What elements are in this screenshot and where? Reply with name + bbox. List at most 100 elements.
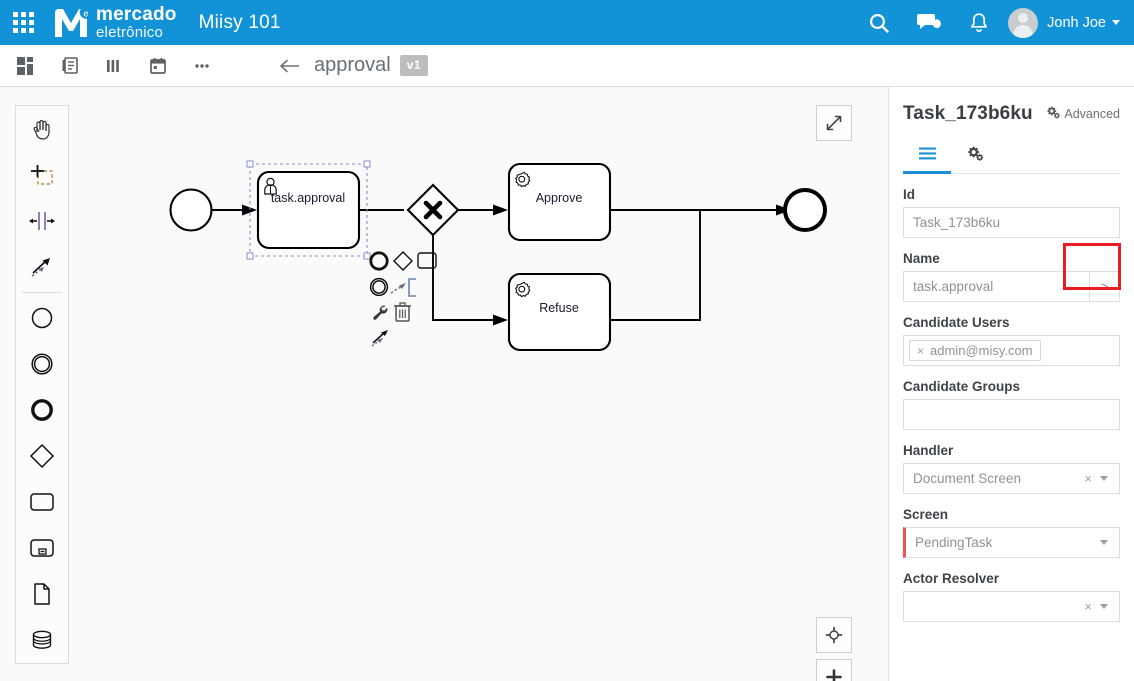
crosshair-icon[interactable] xyxy=(816,617,852,653)
brand-logo[interactable]: e mercado eletrônico xyxy=(52,5,177,40)
advanced-label: Advanced xyxy=(1064,107,1120,121)
id-input[interactable]: Task_173b6ku xyxy=(903,207,1120,238)
append-intermediate-event-icon[interactable] xyxy=(369,277,389,297)
chat-bubble-icon[interactable] xyxy=(904,0,954,45)
calendar-icon[interactable] xyxy=(136,45,180,86)
intermediate-event-icon[interactable] xyxy=(16,341,68,387)
connect-icon[interactable] xyxy=(371,330,388,347)
avatar xyxy=(1008,7,1039,38)
field-name: Name task.approval > xyxy=(903,243,1121,302)
brand-line-1: mercado xyxy=(96,4,177,25)
more-icon[interactable] xyxy=(180,45,224,86)
apps-grid-icon[interactable] xyxy=(0,0,46,45)
mercado-m-icon: e xyxy=(52,5,94,40)
node-label-approve: Approve xyxy=(536,191,583,205)
chip-remove-icon[interactable]: × xyxy=(917,344,924,358)
append-subprocess-icon[interactable] xyxy=(408,278,416,297)
chevron-down-icon[interactable] xyxy=(1100,604,1108,609)
start-event-icon[interactable] xyxy=(16,295,68,341)
brand-line-2: eletrônico xyxy=(96,24,164,41)
node-refuse[interactable]: Refuse xyxy=(507,272,612,352)
hand-tool-icon[interactable] xyxy=(16,106,68,152)
bpmn-palette xyxy=(15,105,69,664)
palette-divider xyxy=(22,292,62,293)
lasso-tool-icon[interactable] xyxy=(16,152,68,198)
search-icon[interactable] xyxy=(854,0,904,45)
screen-select-value: PendingTask xyxy=(915,535,993,550)
bpmn-canvas[interactable]: task.approval Approve Refuse xyxy=(0,87,888,681)
node-label-refuse: Refuse xyxy=(539,301,579,315)
handler-select-value: Document Screen xyxy=(913,471,1022,486)
wrench-change-type-icon[interactable] xyxy=(373,305,388,320)
task-icon[interactable] xyxy=(16,479,68,525)
user-name: Jonh Joe xyxy=(1047,14,1106,31)
append-end-event-icon[interactable] xyxy=(369,251,389,271)
columns-icon[interactable] xyxy=(92,45,136,86)
apps-grid-glyph xyxy=(12,12,34,33)
handler-clear-icon[interactable]: × xyxy=(1084,471,1092,486)
candidate-groups-input[interactable] xyxy=(903,399,1120,430)
append-text-annotation-icon[interactable] xyxy=(390,283,406,294)
arrow-left-icon[interactable] xyxy=(276,51,304,81)
chevron-down-icon[interactable] xyxy=(1100,540,1108,545)
version-badge: v1 xyxy=(399,55,429,76)
field-label-name: Name xyxy=(903,251,940,266)
secondary-toolbar: approval v1 xyxy=(0,45,1134,87)
properties-panel: Task_173b6ku Advanced Id Task_173b6ku Na… xyxy=(888,87,1134,681)
flow-refuse-to-join xyxy=(610,210,701,321)
data-object-icon[interactable] xyxy=(16,571,68,617)
svg-text:e: e xyxy=(83,8,88,18)
advanced-link[interactable]: Advanced xyxy=(1046,106,1120,125)
tab-general[interactable] xyxy=(903,139,951,174)
end-event-icon[interactable] xyxy=(16,387,68,433)
id-input-value: Task_173b6ku xyxy=(913,215,1001,230)
candidate-users-input[interactable]: × admin@misy.com xyxy=(903,335,1120,366)
properties-tabs xyxy=(903,139,1120,174)
gateway-icon[interactable] xyxy=(16,433,68,479)
node-start-event[interactable] xyxy=(169,188,213,232)
field-handler: Handler Document Screen × xyxy=(903,443,1120,494)
field-label-handler: Handler xyxy=(903,443,954,458)
node-label-task-approval: task.approval xyxy=(271,191,345,205)
name-input[interactable]: task.approval > xyxy=(903,271,1120,302)
handler-select[interactable]: Document Screen × xyxy=(903,463,1120,494)
field-label-candidate-groups: Candidate Groups xyxy=(903,379,1021,394)
field-candidate-users: Candidate Users × admin@misy.com xyxy=(903,315,1120,366)
plus-icon[interactable] xyxy=(816,659,852,681)
field-id: Id Task_173b6ku xyxy=(903,187,1120,238)
expand-diagonal-icon[interactable] xyxy=(816,105,852,141)
data-store-icon[interactable] xyxy=(16,617,68,663)
field-label-screen: Screen xyxy=(903,507,949,522)
gears-icon xyxy=(967,146,984,166)
screen-select[interactable]: PendingTask xyxy=(903,527,1120,558)
append-gateway-icon[interactable] xyxy=(393,251,413,271)
list-icon[interactable] xyxy=(48,45,92,86)
candidate-user-chip[interactable]: × admin@misy.com xyxy=(909,340,1041,361)
trash-delete-icon[interactable] xyxy=(394,302,411,322)
user-menu[interactable]: Jonh Joe xyxy=(1008,7,1120,38)
chevron-down-icon xyxy=(1112,20,1120,25)
page-title: Miisy 101 xyxy=(198,11,281,33)
bpmn-diagram[interactable]: task.approval Approve Refuse xyxy=(0,87,888,681)
actor-resolver-select[interactable]: × xyxy=(903,591,1120,622)
field-actor-resolver: Actor Resolver × xyxy=(903,571,1120,622)
actor-resolver-clear-icon[interactable]: × xyxy=(1084,599,1092,614)
subprocess-icon[interactable] xyxy=(16,525,68,571)
tab-config[interactable] xyxy=(951,139,999,173)
field-label-id: Id xyxy=(903,187,915,202)
chevron-down-icon[interactable] xyxy=(1100,476,1108,481)
name-expand-button[interactable]: > xyxy=(1089,272,1119,301)
global-connect-tool-icon[interactable] xyxy=(16,244,68,290)
dashboard-icon[interactable] xyxy=(4,45,48,86)
flow-name: approval xyxy=(314,54,391,76)
context-pad[interactable] xyxy=(369,251,437,347)
space-tool-icon[interactable] xyxy=(16,198,68,244)
name-input-value: task.approval xyxy=(913,279,994,294)
header-actions: Jonh Joe xyxy=(854,0,1134,45)
main-area: task.approval Approve Refuse Task_173b6k… xyxy=(0,87,1134,681)
node-end-event[interactable] xyxy=(783,188,827,232)
bell-icon[interactable] xyxy=(954,0,1004,45)
node-task-approval[interactable]: task.approval xyxy=(246,160,371,260)
node-approve[interactable]: Approve xyxy=(507,162,612,242)
node-exclusive-gateway[interactable] xyxy=(406,183,460,237)
